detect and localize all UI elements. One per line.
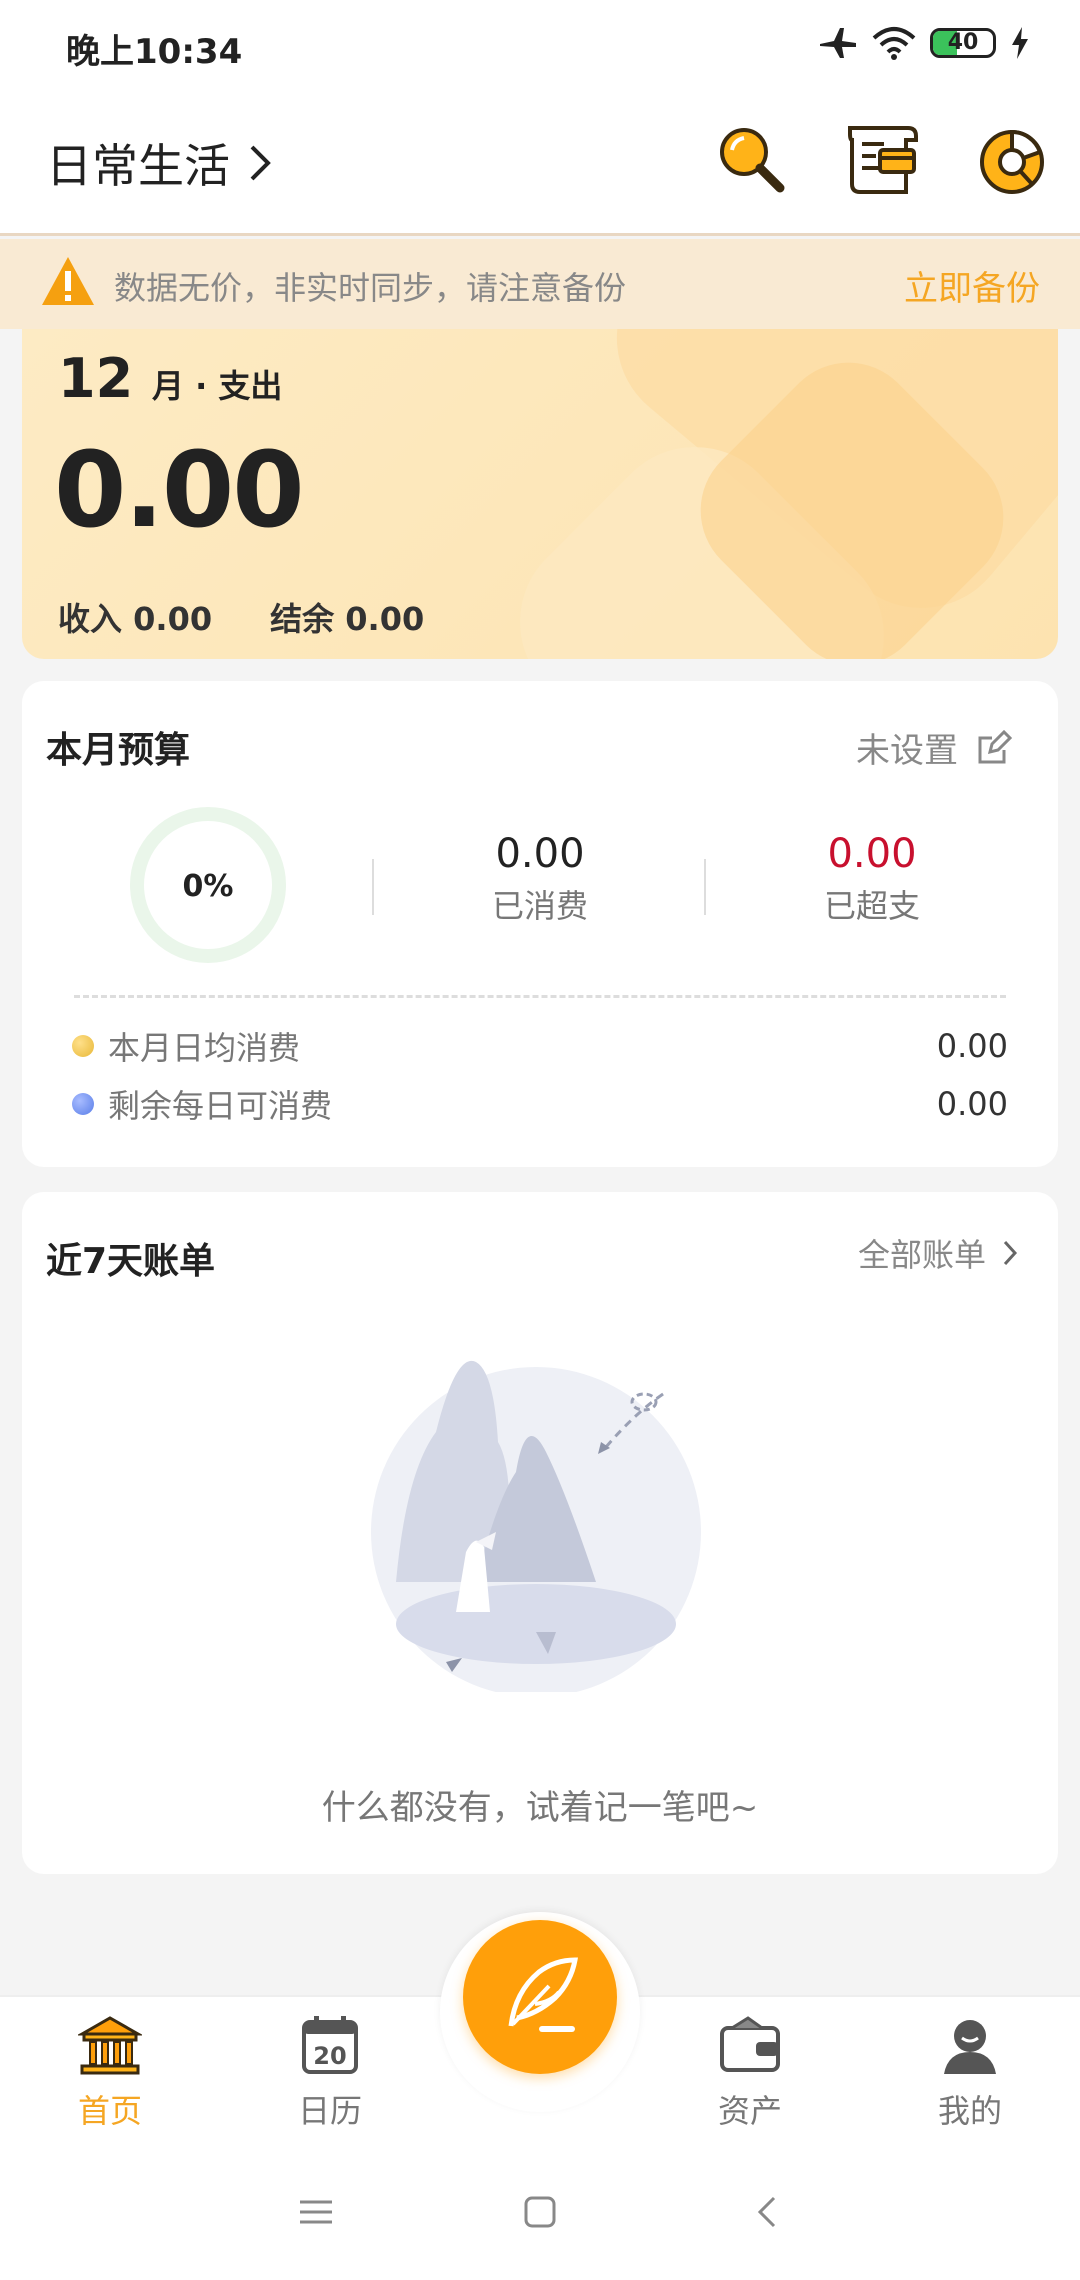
system-navigation-bar bbox=[0, 2150, 1080, 2280]
home-icon[interactable] bbox=[520, 2192, 560, 2232]
summary-month: 12 月 · 支出 bbox=[58, 347, 283, 410]
monthly-expense-amount: 0.00 bbox=[54, 429, 305, 551]
empty-state-illustration bbox=[371, 1360, 701, 1692]
tab-label: 首页 bbox=[77, 2092, 142, 2130]
search-icon[interactable] bbox=[712, 120, 792, 200]
set-budget-button[interactable]: 未设置 bbox=[856, 723, 1012, 772]
tab-home[interactable]: 首页 bbox=[30, 2014, 190, 2132]
status-icons: 40 bbox=[818, 26, 1030, 60]
svg-text:20: 20 bbox=[313, 2042, 346, 2070]
feather-pen-icon bbox=[508, 1957, 578, 2032]
divider bbox=[372, 859, 374, 915]
ledger-name: 日常生活 bbox=[46, 139, 230, 193]
ledger-selector[interactable]: 日常生活 bbox=[46, 130, 272, 196]
backup-now-button[interactable]: 立即备份 bbox=[904, 261, 1040, 310]
summary-subtotals: 收入 0.00 结余 0.00 bbox=[58, 594, 424, 640]
app-header: 日常生活 bbox=[0, 90, 1080, 236]
budget-title: 本月预算 bbox=[46, 730, 191, 771]
status-bar: 晚上10:34 40 bbox=[0, 0, 1080, 90]
bank-icon bbox=[76, 2016, 144, 2075]
menu-icon[interactable] bbox=[296, 2192, 336, 2232]
balance-summary: 结余 0.00 bbox=[270, 600, 425, 638]
income-summary: 收入 0.00 bbox=[58, 600, 213, 638]
tab-profile[interactable]: 我的 bbox=[890, 2014, 1050, 2132]
budget-card: 本月预算 未设置 0% 0.00 已消费 0.00 已超支 本月日均消费 0.0… bbox=[22, 681, 1058, 1167]
wallet-icon bbox=[720, 2016, 780, 2072]
remaining-daily-row: 剩余每日可消费 0.00 bbox=[72, 1081, 1008, 1127]
budget-progress-ring: 0% bbox=[130, 807, 286, 963]
tab-label: 日历 bbox=[297, 2092, 362, 2130]
warning-icon bbox=[42, 257, 94, 305]
spent-stat: 0.00 已消费 bbox=[491, 831, 588, 925]
wifi-icon bbox=[872, 27, 916, 60]
tab-assets[interactable]: 资产 bbox=[670, 2014, 830, 2132]
recent-bills-title: 近7天账单 bbox=[46, 1241, 216, 1282]
calendar-icon: 20 bbox=[302, 2016, 358, 2074]
recent-bills-card: 近7天账单 全部账单 什么都没有，试着记一笔吧~ bbox=[22, 1192, 1058, 1874]
daily-average-row: 本月日均消费 0.00 bbox=[72, 1023, 1008, 1069]
back-icon[interactable] bbox=[748, 2192, 788, 2232]
status-time: 晚上10:34 bbox=[66, 32, 243, 72]
airplane-icon bbox=[820, 28, 856, 58]
tab-calendar[interactable]: 20 日历 bbox=[250, 2014, 410, 2132]
monthly-summary-card[interactable]: 12 月 · 支出 0.00 收入 0.00 结余 0.00 bbox=[22, 329, 1058, 659]
backup-warning-text: 数据无价，非实时同步，请注意备份 bbox=[114, 269, 627, 307]
all-bills-link[interactable]: 全部账单 bbox=[858, 1230, 1018, 1276]
chevron-right-icon bbox=[250, 145, 271, 181]
bill-list-icon[interactable] bbox=[842, 120, 922, 200]
dashed-divider bbox=[74, 995, 1006, 998]
statistics-chart-icon[interactable] bbox=[972, 120, 1052, 200]
blue-dot-icon bbox=[72, 1093, 94, 1115]
add-record-button[interactable] bbox=[463, 1920, 617, 2074]
edit-icon bbox=[978, 729, 1012, 763]
tab-label: 我的 bbox=[937, 2092, 1002, 2130]
tab-label: 资产 bbox=[717, 2092, 782, 2130]
charging-icon bbox=[1012, 27, 1028, 59]
empty-state-message: 什么都没有，试着记一笔吧~ bbox=[321, 1788, 759, 1828]
divider bbox=[704, 859, 706, 915]
yellow-dot-icon bbox=[72, 1035, 94, 1057]
battery-indicator: 40 bbox=[930, 28, 996, 58]
chevron-right-icon bbox=[1003, 1240, 1018, 1266]
backup-warning-banner: 数据无价，非实时同步，请注意备份 立即备份 bbox=[0, 239, 1080, 329]
user-icon bbox=[944, 2020, 996, 2074]
overspent-stat: 0.00 已超支 bbox=[823, 831, 920, 925]
